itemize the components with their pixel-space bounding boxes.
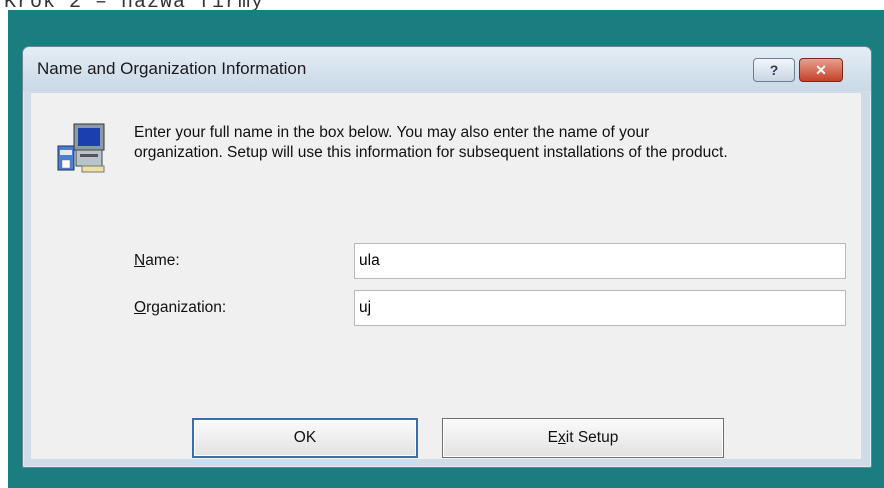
setup-computer-icon bbox=[57, 123, 105, 173]
organization-label: Organization: bbox=[134, 299, 226, 317]
name-label-mnemonic: N bbox=[134, 252, 146, 269]
name-label: Name: bbox=[134, 252, 180, 270]
close-button[interactable]: ✕ bbox=[799, 58, 843, 82]
exit-label-mnemonic: x bbox=[558, 429, 566, 446]
close-icon: ✕ bbox=[815, 61, 827, 78]
exit-setup-button[interactable]: Ex it Setup bbox=[442, 418, 724, 458]
name-label-rest: ame: bbox=[145, 252, 180, 269]
ok-button[interactable]: OK bbox=[192, 418, 418, 458]
title-bar[interactable]: Name and Organization Information ? ✕ bbox=[23, 47, 871, 91]
instruction-line-2: organization. Setup will use this inform… bbox=[134, 144, 728, 161]
name-field[interactable] bbox=[354, 243, 846, 279]
dialog-body: Enter your full name in the box below. Y… bbox=[31, 93, 861, 459]
organization-field[interactable] bbox=[354, 290, 846, 326]
help-icon: ? bbox=[769, 62, 779, 78]
exit-label-rest: it Setup bbox=[565, 429, 619, 446]
dialog-title: Name and Organization Information bbox=[37, 59, 307, 78]
desktop-background: Name and Organization Information ? ✕ En… bbox=[8, 10, 884, 488]
instruction-line-1: Enter your full name in the box below. Y… bbox=[134, 124, 650, 141]
organization-label-mnemonic: O bbox=[134, 299, 147, 316]
setup-dialog: Name and Organization Information ? ✕ En… bbox=[22, 46, 872, 468]
exit-label-pre: E bbox=[547, 429, 559, 446]
ok-button-label: OK bbox=[293, 429, 317, 446]
instruction-text: Enter your full name in the box below. Y… bbox=[134, 123, 854, 163]
help-button[interactable]: ? bbox=[753, 58, 795, 82]
organization-label-rest: rganization: bbox=[146, 299, 227, 316]
